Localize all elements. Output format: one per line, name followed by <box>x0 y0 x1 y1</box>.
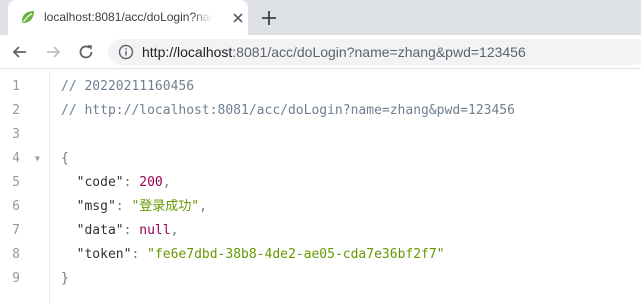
address-bar[interactable]: http://localhost:8081/acc/doLogin?name=z… <box>108 39 641 65</box>
line-number: 6 <box>12 199 20 214</box>
code-line: 7 "data": null, <box>0 219 641 243</box>
json-key: "code" <box>76 175 124 190</box>
open-brace: { <box>61 151 69 166</box>
line-number: 9 <box>12 271 20 286</box>
tab-strip: localhost:8081/acc/doLogin?name=zhang&pw… <box>0 0 641 35</box>
json-value: "fe6e7dbd-38b8-4de2-ae05-cda7e36bf2f7" <box>147 247 445 262</box>
json-value: 200 <box>139 175 163 190</box>
code-line: 8 "token": "fe6e7dbd-38b8-4de2-ae05-cda7… <box>0 243 641 267</box>
json-value: null <box>139 223 171 238</box>
browser-tab[interactable]: localhost:8081/acc/doLogin?name=zhang&pw… <box>8 0 248 35</box>
line-number: 7 <box>12 223 20 238</box>
json-key: "data" <box>76 223 124 238</box>
url-rest: :8081/acc/doLogin?name=zhang&pwd=123456 <box>232 44 526 60</box>
code-line: 4 ▼ { <box>0 147 641 171</box>
back-arrow-icon[interactable] <box>10 42 30 62</box>
json-key: "msg" <box>76 199 116 214</box>
json-field: "token": "fe6e7dbd-38b8-4de2-ae05-cda7e3… <box>76 247 445 262</box>
plus-icon[interactable] <box>258 7 280 29</box>
close-icon[interactable] <box>230 10 246 26</box>
forward-arrow-icon[interactable] <box>43 42 63 62</box>
json-field: "code": 200, <box>76 175 171 190</box>
line-number: 1 <box>12 79 20 94</box>
code-line: 9 } <box>0 267 641 291</box>
line-number: 5 <box>12 175 20 190</box>
json-viewer: 1 // 20220211160456 2 // http://localhos… <box>0 70 641 304</box>
code-line: 1 // 20220211160456 <box>0 75 641 99</box>
code-line: 2 // http://localhost:8081/acc/doLogin?n… <box>0 99 641 123</box>
close-brace: } <box>61 271 69 286</box>
json-field: "msg": "登录成功", <box>76 199 207 214</box>
line-number: 3 <box>12 127 20 142</box>
reload-icon[interactable] <box>76 42 96 62</box>
url-text[interactable]: http://localhost:8081/acc/doLogin?name=z… <box>142 44 526 60</box>
json-field: "data": null, <box>76 223 179 238</box>
code-line: 5 "code": 200, <box>0 171 641 195</box>
line-number: 2 <box>12 103 20 118</box>
json-key: "token" <box>76 247 132 262</box>
line-number: 8 <box>12 247 20 262</box>
url-comment: // http://localhost:8081/acc/doLogin?nam… <box>61 103 515 118</box>
json-value: "登录成功" <box>131 199 200 214</box>
code-line: 6 "msg": "登录成功", <box>0 195 641 219</box>
code-line: 3 <box>0 123 641 147</box>
browser-toolbar: http://localhost:8081/acc/doLogin?name=z… <box>0 35 641 69</box>
tab-title: localhost:8081/acc/doLogin?name=zhang&pw… <box>44 10 212 24</box>
line-number: 4 <box>12 151 20 166</box>
info-icon[interactable] <box>118 44 134 60</box>
url-host: http://localhost <box>142 44 233 60</box>
leaf-icon <box>22 11 34 23</box>
timestamp-comment: // 20220211160456 <box>61 79 195 94</box>
fold-arrow-icon[interactable]: ▼ <box>35 147 40 171</box>
